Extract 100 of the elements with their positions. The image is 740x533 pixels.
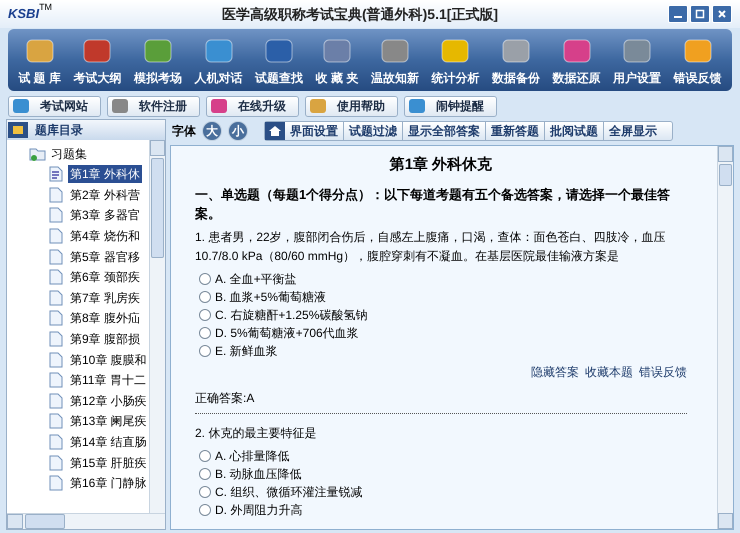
link-button[interactable]: 使用帮助 (305, 96, 398, 116)
font-label: 字体 (172, 123, 196, 140)
vertical-scrollbar[interactable] (717, 146, 733, 529)
tree-item[interactable]: 第10章 腹膜和 (68, 350, 149, 369)
document-icon (49, 186, 63, 203)
document-icon (49, 310, 63, 326)
link-button[interactable]: 软件注册 (107, 96, 200, 116)
vertical-scrollbar[interactable] (149, 140, 165, 513)
tree-item[interactable]: 第3章 多器官 (68, 206, 142, 224)
trademark-mark: TM (39, 1, 52, 12)
tree-item[interactable]: 第15章 肝脏疾 (68, 454, 149, 472)
tree-item[interactable]: 第2章 外科营 (68, 186, 142, 204)
toolbar-button[interactable]: 温故知新 (370, 36, 420, 87)
radio-button[interactable] (199, 468, 211, 480)
tree-item[interactable]: 第5章 器官移 (68, 248, 142, 266)
tree-item[interactable]: 第13章 阑尾疾 (68, 412, 149, 430)
app-logo: KSBI (8, 6, 40, 24)
correct-answer: 正确答案:A (195, 390, 256, 406)
tree-item[interactable]: 第9章 腹部损 (68, 330, 142, 348)
toolbar-button[interactable]: 数据备份 (490, 36, 541, 87)
answer-option[interactable]: A. 心排量降低 (215, 446, 290, 464)
radio-button[interactable] (199, 326, 211, 338)
toolbar-button[interactable]: 错误反馈 (672, 36, 723, 87)
home-icon[interactable] (265, 122, 285, 140)
link-button[interactable]: 闹钟提醒 (404, 96, 497, 116)
radio-button[interactable] (199, 308, 211, 320)
action-link[interactable]: 收藏本题 (585, 362, 633, 380)
document-icon (49, 475, 63, 492)
close-button[interactable] (712, 5, 732, 23)
maximize-icon (695, 9, 705, 19)
document-icon (49, 269, 63, 286)
toolbar-button[interactable]: 模拟考场 (133, 36, 184, 87)
toolbar-button[interactable]: 考试大纲 (72, 36, 122, 87)
answer-option[interactable]: E. 新鲜血浆 (215, 342, 278, 360)
toolbar-button[interactable]: 试题查找 (254, 36, 304, 87)
radio-button[interactable] (199, 344, 211, 356)
minimize-button[interactable] (668, 5, 688, 23)
content-tab[interactable]: 界面设置 (285, 122, 343, 140)
answer-option[interactable]: D. 外周阻力升高 (215, 500, 302, 518)
close-icon (717, 9, 727, 19)
maximize-button[interactable] (690, 5, 710, 23)
content-tab[interactable]: 批阅试题 (544, 122, 603, 140)
tree-item[interactable]: 第14章 结直肠 (68, 433, 149, 452)
answer-option[interactable]: B. 动脉血压降低 (215, 464, 302, 482)
tile-icon (12, 98, 30, 114)
tile-icon (309, 98, 327, 114)
toolbar-button[interactable]: 统计分析 (430, 36, 480, 87)
content-tab[interactable]: 全屏显示 (603, 122, 662, 140)
window-title: 医学高级职称考试宝典(普通外科)5.1[正式版] (220, 4, 500, 24)
tree-item[interactable]: 第11章 胃十二 (68, 371, 148, 390)
document-icon (49, 352, 63, 368)
font-size-button[interactable]: 大 (202, 121, 222, 141)
radio-button[interactable] (199, 504, 211, 516)
document-icon (49, 207, 63, 224)
content-tab[interactable]: 显示全部答案 (402, 122, 485, 140)
tree-item[interactable]: 第6章 颈部疾 (68, 268, 142, 286)
sidebar-title: 题库目录 (35, 122, 83, 139)
toolbar-button[interactable]: 数据还原 (552, 36, 602, 87)
answer-option[interactable]: D. 5%葡萄糖液+706代血浆 (215, 324, 359, 342)
answer-option[interactable]: C. 组织、微循环灌注量锐减 (215, 482, 362, 500)
toolbar-button[interactable]: 试 题 库 (17, 36, 62, 87)
document-icon (49, 454, 63, 471)
question-text: 2. 休克的最主要特征是 (195, 424, 318, 442)
tree-item[interactable]: 第8章 腹外疝 (68, 309, 142, 328)
document-icon (49, 392, 63, 409)
action-link[interactable]: 隐藏答案 (531, 362, 579, 380)
link-button[interactable]: 在线升级 (206, 96, 299, 116)
toolbar-button[interactable]: 收 藏 夹 (314, 36, 360, 87)
document-icon (49, 290, 63, 306)
document-icon (49, 372, 63, 388)
radio-button[interactable] (199, 272, 211, 284)
tree-item[interactable]: 第1章 外科休 (68, 165, 142, 184)
document-icon (49, 248, 63, 265)
tree-folder[interactable]: 习题集 (51, 145, 87, 163)
toolbar-button[interactable]: 用户设置 (612, 36, 662, 87)
tile-icon (210, 98, 228, 114)
action-link[interactable]: 错误反馈 (639, 362, 687, 380)
folder-icon (7, 121, 29, 139)
content-tab[interactable]: 重新答题 (485, 122, 544, 140)
answer-option[interactable]: A. 全血+平衡盐 (215, 270, 297, 288)
tile-icon (111, 98, 129, 114)
document-icon (49, 331, 63, 348)
chapter-title: 第1章 外科休克 (388, 155, 494, 175)
radio-button[interactable] (199, 450, 211, 462)
answer-option[interactable]: B. 血浆+5%葡萄糖液 (215, 288, 326, 306)
document-icon (49, 228, 63, 244)
document-lines-icon (49, 166, 63, 182)
tree-item[interactable]: 第16章 门静脉 (68, 474, 149, 492)
answer-option[interactable]: C. 右旋糖酐+1.25%碳酸氢钠 (215, 306, 368, 324)
toolbar-button[interactable]: 人机对话 (194, 36, 244, 87)
tree-item[interactable]: 第7章 乳房疾 (68, 288, 142, 307)
radio-button[interactable] (199, 486, 211, 498)
content-tab[interactable]: 试题过滤 (343, 122, 402, 140)
radio-button[interactable] (199, 290, 211, 302)
tree-item[interactable]: 第12章 小肠疾 (68, 392, 149, 410)
font-size-button[interactable]: 小 (228, 121, 248, 141)
horizontal-scrollbar[interactable] (7, 513, 165, 529)
link-button[interactable]: 考试网站 (8, 96, 101, 116)
tree-item[interactable]: 第4章 烧伤和 (68, 227, 142, 246)
minimize-icon (674, 16, 682, 18)
